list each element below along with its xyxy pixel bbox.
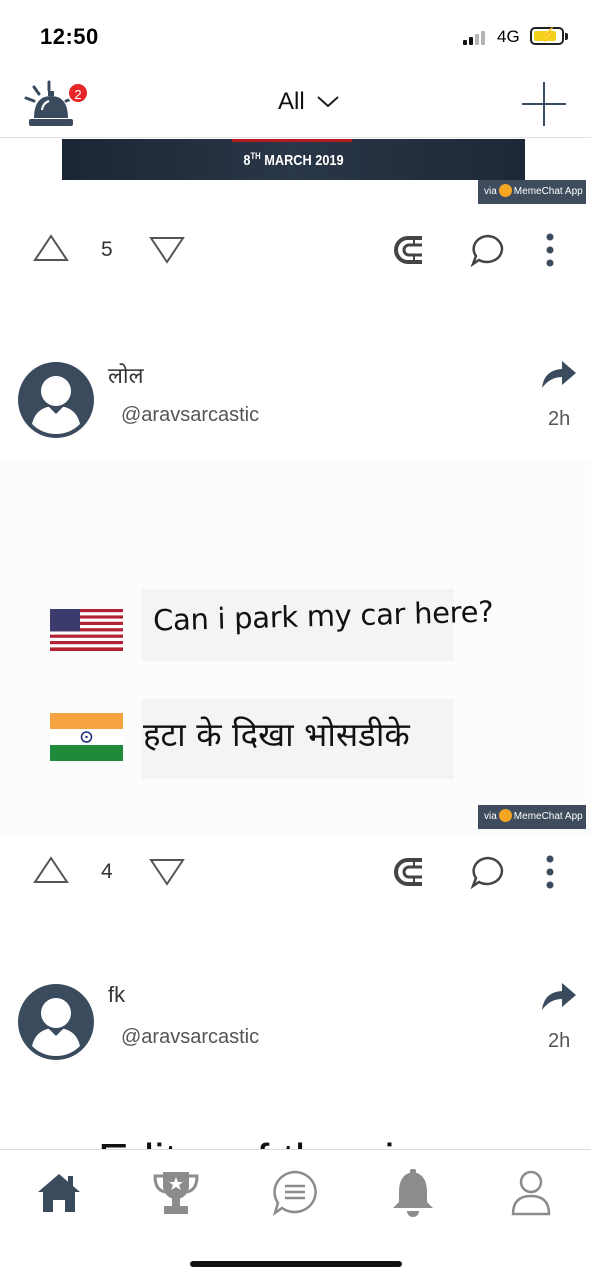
post-image[interactable]: 8TH MARCH 2019 <box>62 139 525 180</box>
battery-icon: ⚡ <box>530 26 568 45</box>
post-caption: Editor of the pic <box>98 1133 418 1149</box>
bell-icon[interactable] <box>388 1168 438 1218</box>
notification-badge: 2 <box>67 82 89 104</box>
memechat-logo-icon <box>498 808 512 822</box>
usa-flag-icon <box>50 609 123 651</box>
trophy-icon[interactable] <box>151 1168 201 1218</box>
post-handle[interactable]: @aravsarcastic <box>121 1026 259 1049</box>
home-indicator[interactable] <box>190 1261 402 1267</box>
magnet-icon[interactable] <box>392 854 426 890</box>
downvote-icon[interactable] <box>148 232 186 266</box>
post-handle[interactable]: @aravsarcastic <box>121 404 259 427</box>
watermark: via MemeChat App <box>478 180 586 204</box>
post-time: 2h <box>548 408 571 430</box>
upvote-icon[interactable] <box>32 232 70 266</box>
add-post-button[interactable] <box>520 80 568 128</box>
action-bar: 4 <box>0 848 591 898</box>
vote-count: 4 <box>101 860 113 883</box>
meme-text-hindi: हटा के दिखा भोसडीके <box>143 715 410 754</box>
post-title: fk <box>108 982 126 1007</box>
vertical-dots-icon[interactable] <box>543 232 557 268</box>
feed[interactable]: 8TH MARCH 2019 via MemeChat App 5 लोल @ar… <box>0 139 591 1149</box>
post-header: fk @aravsarcastic 2h <box>0 982 591 1068</box>
speech-bubble-icon[interactable] <box>469 232 507 268</box>
avatar[interactable] <box>18 984 94 1060</box>
post-title: लोल <box>108 363 144 388</box>
post-header: लोल @aravsarcastic 2h <box>0 361 591 446</box>
meme-image[interactable]: Can i park my car here? हटा के दिखा भोसड… <box>0 459 591 834</box>
chevron-down-icon <box>317 96 339 108</box>
vertical-dots-icon[interactable] <box>543 854 557 890</box>
plus-icon <box>522 82 566 126</box>
share-arrow-icon[interactable] <box>538 356 580 392</box>
memechat-logo-icon <box>498 183 512 197</box>
avatar[interactable] <box>18 362 94 438</box>
vote-count: 5 <box>101 238 113 261</box>
watermark: via MemeChat App <box>478 805 586 829</box>
profile-icon[interactable] <box>506 1168 556 1218</box>
downvote-icon[interactable] <box>148 854 186 888</box>
chat-icon[interactable] <box>270 1168 320 1218</box>
bottom-tab-bar <box>0 1149 591 1280</box>
notification-button[interactable]: 2 <box>22 78 89 134</box>
magnet-icon[interactable] <box>392 232 426 268</box>
home-icon[interactable] <box>34 1168 84 1218</box>
signal-icon <box>463 31 491 45</box>
india-flag-icon <box>50 713 123 761</box>
share-arrow-icon[interactable] <box>538 978 580 1014</box>
status-time: 12:50 <box>40 24 99 49</box>
upvote-icon[interactable] <box>32 854 70 888</box>
filter-label: All <box>278 88 305 115</box>
banner-date: 8TH MARCH 2019 <box>243 151 344 169</box>
status-bar: 12:50 4G ⚡ <box>0 0 591 72</box>
network-label: 4G <box>497 27 520 46</box>
post-time: 2h <box>548 1030 571 1052</box>
top-nav: 2 All <box>0 72 591 138</box>
action-bar: 5 <box>0 226 591 276</box>
speech-bubble-icon[interactable] <box>469 854 507 890</box>
